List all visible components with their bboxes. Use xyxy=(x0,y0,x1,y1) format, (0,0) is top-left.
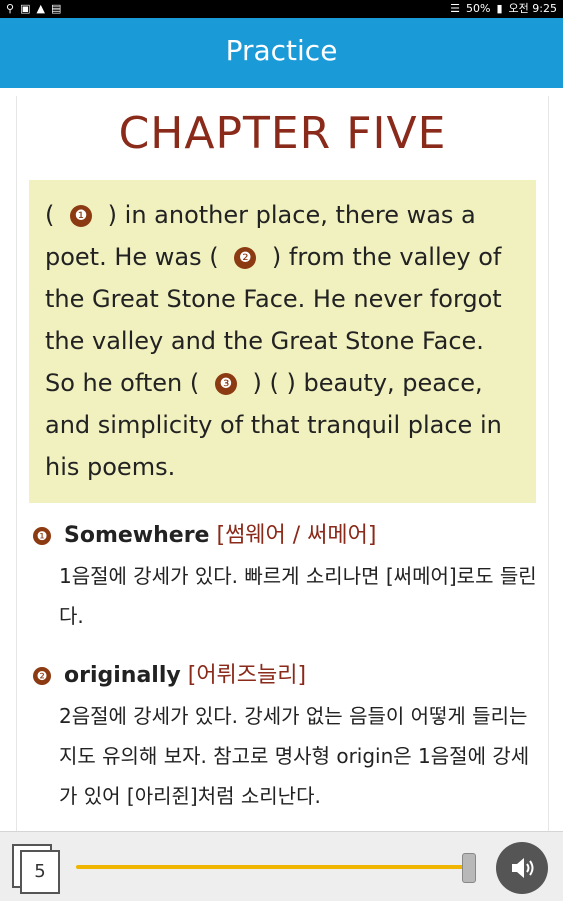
vocab-bullet-1: ❶ xyxy=(33,527,51,545)
blank-1-marker[interactable]: ❶ xyxy=(70,205,93,227)
battery-percent: 50% xyxy=(466,2,491,15)
app-title: Practice xyxy=(225,34,338,67)
vocab-pron-1: [썸웨어 / 써메어] xyxy=(216,523,377,548)
status-time: 오전 9:25 xyxy=(508,2,557,15)
vocab-body-2: 2음절에 강세가 있다. 강세가 없는 음들이 어떻게 들리는지도 유의해 보자… xyxy=(59,704,530,808)
passage-box: ( ❶ ) in another place, there was a poet… xyxy=(29,180,536,503)
status-right: ☰ 50% ▮ 오전 9:25 xyxy=(450,2,557,16)
vocab-body-1: 1음절에 강세가 있다. 빠르게 소리나면 [써메어]로도 들린다. xyxy=(59,564,537,628)
warning-icon: ▲ xyxy=(36,2,45,15)
chapter-title: CHAPTER FIVE xyxy=(118,108,447,159)
vocab-head-2: ❷ originally [어뤼즈늘리] xyxy=(33,660,538,692)
image-icon: ▣ xyxy=(20,2,31,15)
passage-open1: ( xyxy=(45,201,55,229)
vocab-pron-2: [어뤼즈늘리] xyxy=(187,663,307,688)
bottom-bar: 5 xyxy=(0,831,563,901)
vocab-word-1: Somewhere xyxy=(64,523,210,548)
vocab-item-1: ❶ Somewhere [썸웨어 / 써메어] 1음절에 강세가 있다. 빠르게… xyxy=(33,520,538,636)
usb-icon: ⚲ xyxy=(6,2,15,15)
vocab-head-1: ❶ Somewhere [썸웨어 / 써메어] xyxy=(33,520,538,552)
wifi-icon: ☰ xyxy=(450,2,461,15)
blank-2-marker[interactable]: ❷ xyxy=(234,247,257,269)
bag-icon: ▤ xyxy=(50,2,62,15)
audio-progress-track[interactable] xyxy=(76,865,476,869)
audio-progress-thumb[interactable] xyxy=(462,853,476,883)
speaker-icon xyxy=(512,858,534,878)
blank-3-marker[interactable]: ❸ xyxy=(214,373,237,395)
battery-icon: ▮ xyxy=(496,2,503,15)
app-bar: Practice xyxy=(0,18,563,88)
content-panel[interactable]: CHAPTER FIVE ( ❶ ) in another place, the… xyxy=(16,96,549,831)
status-left: ⚲ ▣ ▲ ▤ xyxy=(6,2,61,16)
page-number: 5 xyxy=(20,850,60,894)
vocab-word-2: originally xyxy=(64,663,181,688)
speaker-button[interactable] xyxy=(496,842,548,894)
status-bar: ⚲ ▣ ▲ ▤ ☰ 50% ▮ 오전 9:25 xyxy=(0,0,563,18)
vocab-item-2: ❷ originally [어뤼즈늘리] 2음절에 강세가 있다. 강세가 없는… xyxy=(33,660,538,816)
vocab-bullet-2: ❷ xyxy=(33,667,51,685)
page-indicator[interactable]: 5 xyxy=(12,844,60,894)
